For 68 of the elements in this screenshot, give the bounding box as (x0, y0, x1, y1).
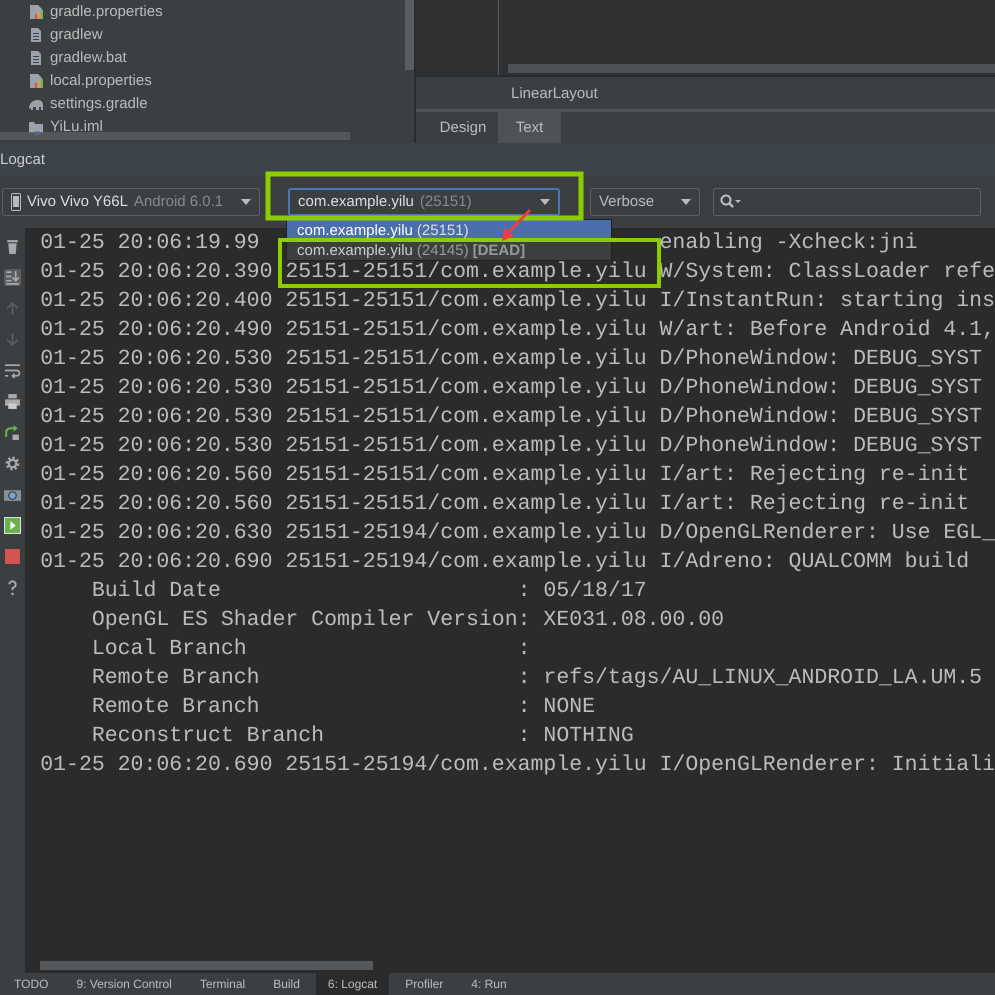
process-name: com.example.yilu (298, 193, 414, 210)
log-level-dropdown[interactable]: Verbose (590, 188, 700, 216)
panel-title: Logcat (0, 150, 46, 168)
print-icon[interactable] (4, 393, 22, 410)
log-line: 01-25 20:06:20.560 25151-25151/com.example.yilu I/art: Rejecting re-init (40, 492, 970, 514)
properties-file-icon (28, 4, 44, 20)
scrollbar[interactable] (508, 64, 995, 73)
log-line: Remote Branch : refs/tags/AU_LINUX_ANDROID_LA.UM.5 (90, 666, 982, 688)
log-line: 01-25 20:06:20.530 25151-25151/com.example.yilu D/PhoneWindow: DEBUG_SYST (40, 376, 982, 398)
wrap-icon[interactable] (4, 362, 22, 379)
log-line: 01-25 20:06:20.530 25151-25151/com.example.yilu D/PhoneWindow: DEBUG_SYST (40, 348, 982, 370)
log-line: 01-25 20:06:20.400 25151-25151/com.example.yilu I/InstantRun: starting ins (40, 290, 995, 312)
log-line: Build Date : 05/18/17 (90, 580, 647, 602)
log-line: 01-25 20:06:20.630 25151-25194/com.example.yilu D/OpenGLRenderer: Use EGL_ (40, 522, 995, 544)
tool-window-tab[interactable]: 4: Run (459, 973, 519, 995)
record-screen-icon[interactable] (4, 517, 22, 534)
properties-file-icon (28, 72, 44, 88)
stop-icon[interactable] (4, 548, 22, 565)
file-icon (28, 26, 44, 42)
tree-item[interactable]: settings.gradle (50, 95, 148, 112)
log-line: 01-25 20:06:20.390 25151-25151/com.example.yilu W/System: ClassLoader refe (40, 260, 995, 282)
device-dropdown[interactable]: Vivo Vivo Y66L Android 6.0.1 (2, 188, 260, 216)
log-line: 01-25 20:06:20.690 25151-25194/com.example.yilu I/Adreno: QUALCOMM build (40, 550, 970, 572)
editor-tab[interactable]: Text (498, 112, 561, 143)
tool-window-tab[interactable]: TODO (2, 973, 60, 995)
tree-item[interactable]: gradlew.bat (50, 49, 127, 66)
editor-tab[interactable]: Design (428, 112, 498, 143)
log-line: 01-25 20:06:20.530 25151-25151/com.example.yilu D/PhoneWindow: DEBUG_SYST (40, 406, 982, 428)
log-line: Local Branch : (90, 638, 531, 660)
restart-icon[interactable] (4, 424, 22, 441)
tree-item[interactable]: gradlew (50, 26, 103, 43)
file-icon (28, 50, 44, 66)
tool-window-tab[interactable]: Profiler (393, 973, 456, 995)
tree-item[interactable]: YiLu.iml (50, 118, 103, 135)
phone-icon (11, 192, 21, 210)
scroll-to-end-icon[interactable] (4, 269, 22, 286)
log-line: 01-25 20:06:20.560 25151-25151/com.example.yilu I/art: Rejecting re-init (40, 464, 970, 486)
settings-icon[interactable] (4, 455, 22, 472)
tree-item[interactable]: local.properties (50, 72, 152, 89)
scrollbar[interactable] (0, 132, 350, 140)
caret-icon (681, 198, 691, 204)
tree-item[interactable]: gradle.properties (50, 3, 163, 20)
scrollbar[interactable] (40, 961, 374, 970)
log-line: 01-25 20:06:19.99 (40, 232, 260, 254)
caret-icon (540, 198, 550, 204)
log-line: 01-25 20:06:20.490 25151-25151/com.example.yilu W/art: Before Android 4.1, (40, 318, 995, 340)
arrow (502, 208, 532, 241)
tool-window-tab[interactable]: Terminal (188, 973, 258, 995)
search-icon (720, 194, 742, 210)
process-option[interactable]: com.example.yilu (24145) [DEAD] (287, 240, 611, 260)
log-line: 01-25 20:06:20.530 25151-25151/com.example.yilu D/PhoneWindow: DEBUG_SYST (40, 434, 982, 456)
log-level: Verbose (599, 193, 654, 210)
device-name: Vivo Vivo Y66L (27, 193, 128, 210)
log-line: OpenGL ES Shader Compiler Version: XE031.08.00.00 (90, 608, 724, 630)
tool-window-tab[interactable]: Build (261, 973, 312, 995)
tool-window-tab[interactable]: 6: Logcat (316, 973, 390, 995)
process-id: (25151) (420, 193, 472, 210)
scrollbar[interactable] (405, 0, 414, 70)
search-field[interactable] (713, 188, 981, 216)
log-line: enabling -Xcheck:jni (660, 232, 918, 254)
log-line: Remote Branch : NONE (90, 696, 596, 718)
android-version: Android 6.0.1 (134, 193, 224, 210)
caret-icon (241, 198, 251, 204)
process-dropdown[interactable]: com.example.yilu (25151) (288, 188, 560, 216)
log-line: 01-25 20:06:20.690 25151-25194/com.example.yilu I/OpenGLRenderer: Initiali (40, 754, 995, 776)
tool-window-tab[interactable]: 9: Version Control (64, 973, 184, 995)
log-line: Reconstruct Branch : NOTHING (90, 724, 634, 746)
breadcrumb[interactable]: LinearLayout (511, 84, 598, 102)
